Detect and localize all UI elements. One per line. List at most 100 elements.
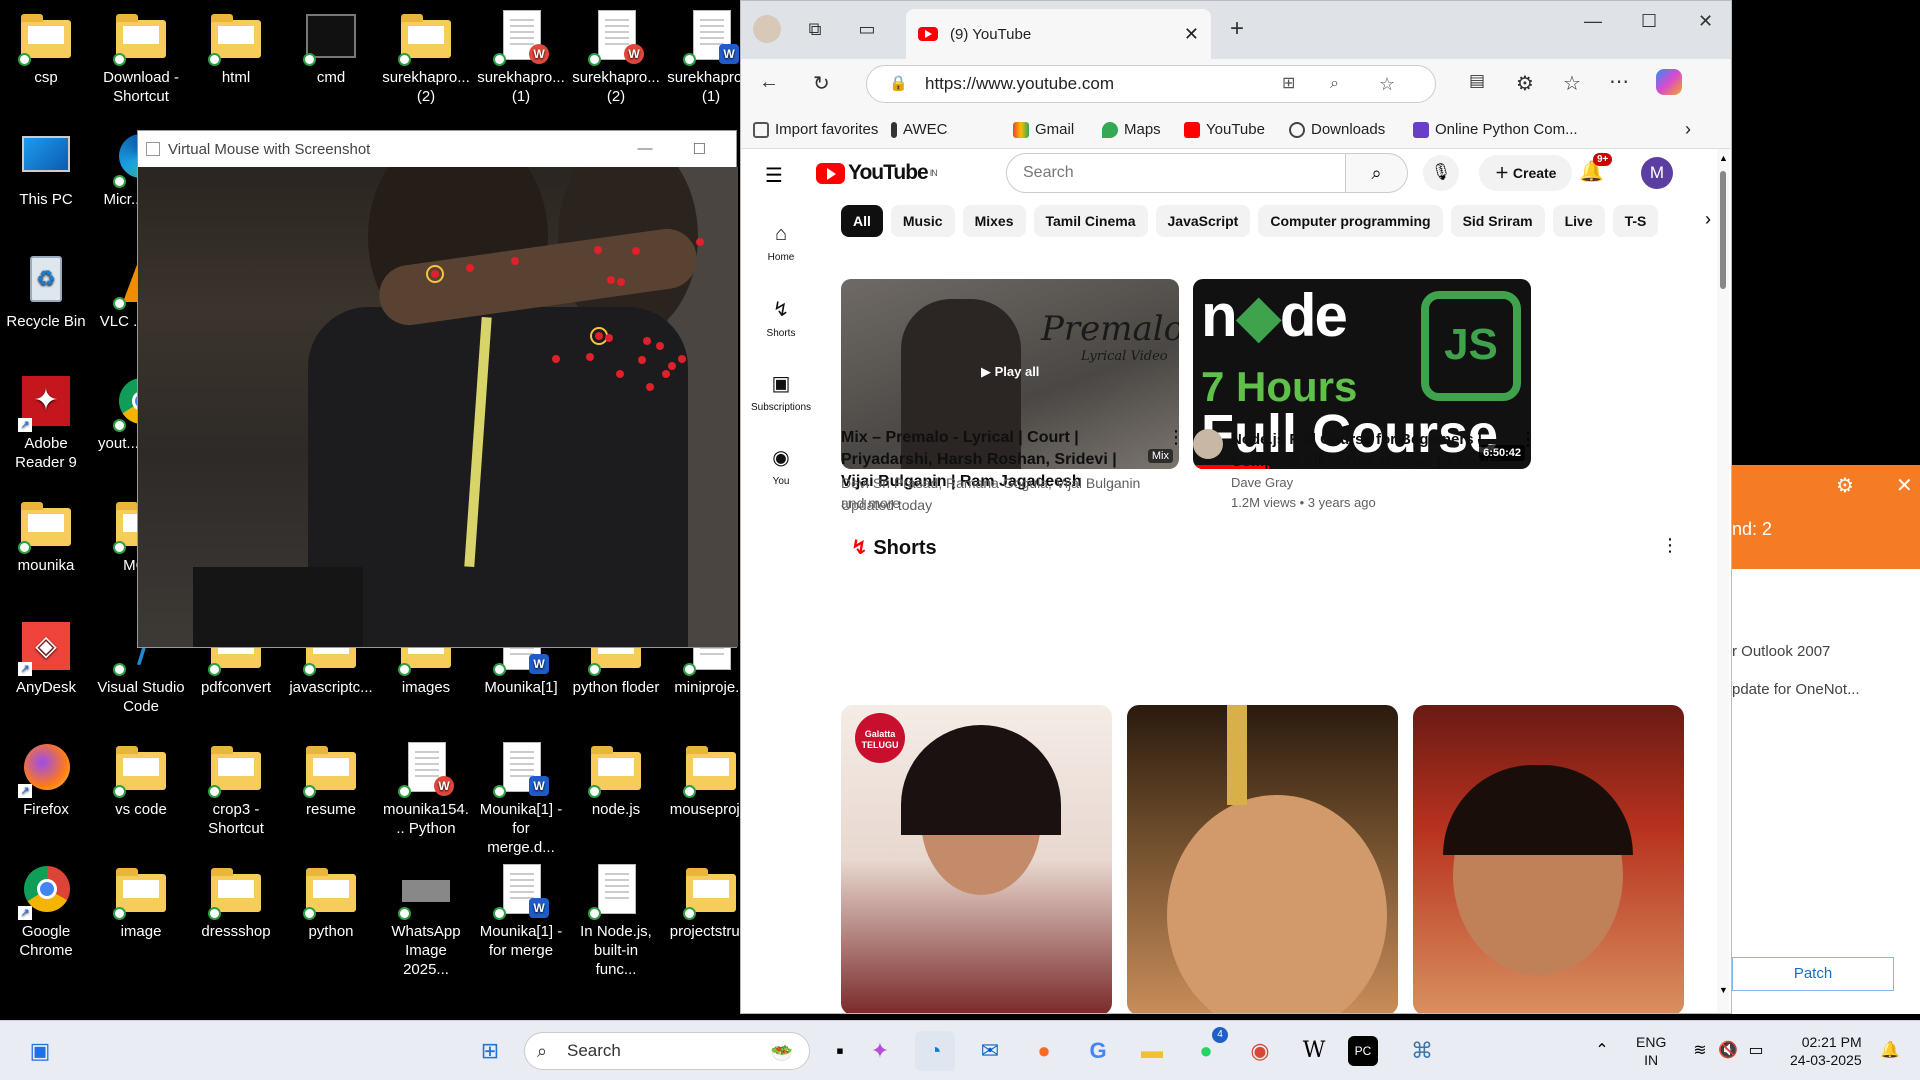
shorts-menu-icon[interactable]: ⋮	[1661, 535, 1679, 556]
short-video-2[interactable]	[1127, 705, 1398, 1013]
menu-icon[interactable]: ☰	[765, 163, 783, 188]
zoom-icon[interactable]: ⌕	[1330, 66, 1339, 102]
fav-online-python[interactable]: Online Python Com...	[1413, 121, 1578, 138]
desktop-icon[interactable]: dressshop	[190, 854, 282, 972]
tab-youtube[interactable]: (9) YouTube ✕	[906, 9, 1211, 59]
workspaces-icon[interactable]: ⧉	[801, 15, 829, 43]
account-avatar[interactable]: M	[1641, 157, 1673, 189]
play-all-overlay[interactable]: ▶ Play all	[981, 364, 1039, 380]
window-minimize-icon[interactable]: —	[1584, 11, 1602, 32]
task-view-icon[interactable]: ▪	[820, 1031, 860, 1071]
desktop-icon[interactable]: ↗ Firefox	[0, 732, 92, 850]
chips-next-icon[interactable]: ›	[1705, 209, 1711, 230]
desktop-icon[interactable]: surekhapro... (2)	[380, 0, 472, 118]
video-channel[interactable]: Dave Gray	[1231, 473, 1293, 493]
extensions-icon[interactable]: ⚙	[1516, 71, 1534, 96]
back-icon[interactable]: ←	[759, 71, 779, 94]
desktop-icon[interactable]: cmd	[285, 0, 377, 118]
desktop-icon[interactable]: ♻ Recycle Bin	[0, 244, 92, 362]
desktop-icon[interactable]: Wsurekhapro... (2)	[570, 0, 662, 118]
desktop-icon[interactable]: W Mounika[1] - for merge	[475, 854, 567, 972]
notifications-icon[interactable]: 🔔 9+	[1579, 153, 1613, 184]
profile-avatar[interactable]	[753, 15, 781, 43]
close-icon[interactable]: ✕	[1896, 473, 1913, 498]
chip-t-series[interactable]: T-S	[1612, 205, 1659, 237]
window-maximize-icon[interactable]: ☐	[1641, 11, 1657, 32]
wikipedia-icon[interactable]: W	[1294, 1031, 1334, 1071]
copilot-icon[interactable]	[1656, 69, 1682, 95]
edge-browser-window[interactable]: ⧉ ▭ (9) YouTube ✕ + — ☐ ✕ ← ↻ 🔒 https://…	[740, 0, 1732, 1014]
sidebar-item-shorts[interactable]: ↯ Shorts	[741, 283, 821, 357]
desktop-icon[interactable]: This PC	[0, 122, 92, 240]
copilot-icon[interactable]: ✦	[860, 1031, 900, 1071]
video-menu-icon[interactable]: ⋮	[1167, 427, 1185, 448]
notification-bell-icon[interactable]: 🔔	[1870, 1031, 1910, 1071]
microphone-icon[interactable]: 🎙	[1423, 155, 1459, 191]
widgets-icon[interactable]: ▣	[20, 1031, 60, 1071]
outlook-icon[interactable]: ✉	[970, 1031, 1010, 1071]
fav-downloads[interactable]: Downloads	[1289, 121, 1385, 138]
minimize-icon[interactable]: —	[638, 140, 653, 158]
vertical-tabs-icon[interactable]: ▭	[853, 15, 881, 43]
taskbar-search[interactable]: ⌕ Search 🥗	[524, 1032, 810, 1070]
whatsapp-icon[interactable]: ● 4	[1186, 1027, 1228, 1071]
sidebar-item-subscriptions[interactable]: ▣ Subscriptions	[741, 357, 821, 431]
scrollbar-up-icon[interactable]: ▲	[1719, 153, 1728, 163]
chip-sid-sriram[interactable]: Sid Sriram	[1450, 205, 1545, 237]
chip-all[interactable]: All	[841, 205, 883, 237]
google-icon[interactable]: G	[1078, 1031, 1118, 1071]
desktop-icon[interactable]: Wsurekhapro... (1)	[475, 0, 567, 118]
desktop-icon[interactable]: ◈ ↗ AnyDesk	[0, 610, 92, 728]
fav-import-favorites[interactable]: Import favorites	[753, 121, 878, 138]
settings-icon[interactable]: ⚙	[1836, 473, 1854, 498]
desktop-icon[interactable]: html	[190, 0, 282, 118]
chip-tamil-cinema[interactable]: Tamil Cinema	[1033, 205, 1148, 237]
app-available-icon[interactable]: ⊞	[1282, 66, 1295, 102]
desktop-icon[interactable]: ↗ Google Chrome	[0, 854, 92, 972]
desktop-icon[interactable]: python	[285, 854, 377, 972]
refresh-icon[interactable]: ↻	[813, 71, 830, 96]
virtual-mouse-window[interactable]: Virtual Mouse with Screenshot — ☐	[137, 130, 738, 648]
fav-gmail[interactable]: Gmail	[1013, 121, 1074, 138]
desktop-icon[interactable]: In Node.js, built-in func...	[570, 854, 662, 978]
chrome-icon[interactable]: ◉	[1240, 1031, 1280, 1071]
language-indicator[interactable]: ENG IN	[1636, 1033, 1666, 1069]
scrollbar-thumb[interactable]	[1720, 171, 1726, 289]
address-bar[interactable]: 🔒 https://www.youtube.com ⊞ ⌕ ☆	[866, 65, 1436, 103]
fav-awec[interactable]: AWEC	[891, 121, 947, 138]
chip-live[interactable]: Live	[1552, 205, 1605, 237]
more-options-icon[interactable]: ⋯	[1609, 69, 1629, 94]
patch-button[interactable]: Patch	[1732, 957, 1894, 991]
window-close-icon[interactable]: ✕	[1698, 11, 1713, 32]
start-icon[interactable]: ⊞	[470, 1031, 510, 1071]
show-hidden-icons[interactable]: ⌃	[1582, 1031, 1622, 1071]
chip-music[interactable]: Music	[890, 205, 955, 237]
search-icon[interactable]: ⌕	[1346, 153, 1408, 193]
desktop-icon[interactable]: vs code	[95, 732, 187, 850]
sidebar-item-you[interactable]: ◉ You	[741, 431, 821, 505]
youtube-logo[interactable]: YouTube IN	[816, 161, 938, 185]
desktop-icon[interactable]: WhatsApp Image 2025...	[380, 854, 472, 978]
maximize-icon[interactable]: ☐	[693, 140, 706, 158]
fav-youtube[interactable]: YouTube	[1184, 121, 1265, 138]
browser-essentials-icon[interactable]: ▤	[1469, 71, 1485, 91]
battery-icon[interactable]: ▭	[1736, 1031, 1776, 1071]
desktop-icon[interactable]: W Mounika[1] - for merge.d...	[475, 732, 567, 856]
fav-maps[interactable]: Maps	[1102, 121, 1161, 138]
desktop-icon[interactable]: Wmounika154... Python	[380, 732, 472, 850]
desktop-icon[interactable]: ✦ ↗ Adobe Reader 9	[0, 366, 92, 484]
desktop-icon[interactable]: node.js	[570, 732, 662, 850]
video-menu-icon[interactable]: ⋮	[1519, 429, 1537, 450]
short-video-1[interactable]: Galatta TELUGU	[841, 705, 1112, 1013]
pycharm-icon[interactable]: PC	[1348, 1036, 1378, 1066]
page-scrollbar[interactable]: ▲ ▼	[1717, 149, 1729, 1013]
favorites-icon[interactable]: ☆	[1563, 71, 1581, 96]
python-idle-icon[interactable]: ⌘	[1402, 1031, 1442, 1071]
create-button[interactable]: ＋ Create	[1479, 155, 1573, 191]
short-video-3[interactable]	[1413, 705, 1684, 1013]
desktop-icon[interactable]: crop3 - Shortcut	[190, 732, 282, 850]
edge-icon[interactable]: ◔	[915, 1031, 955, 1071]
favorite-star-icon[interactable]: ☆	[1379, 66, 1395, 102]
video-title[interactable]: Node.js Full Course for Beginners | Comp…	[1231, 429, 1511, 473]
yt-search-input[interactable]: Search	[1006, 153, 1346, 193]
